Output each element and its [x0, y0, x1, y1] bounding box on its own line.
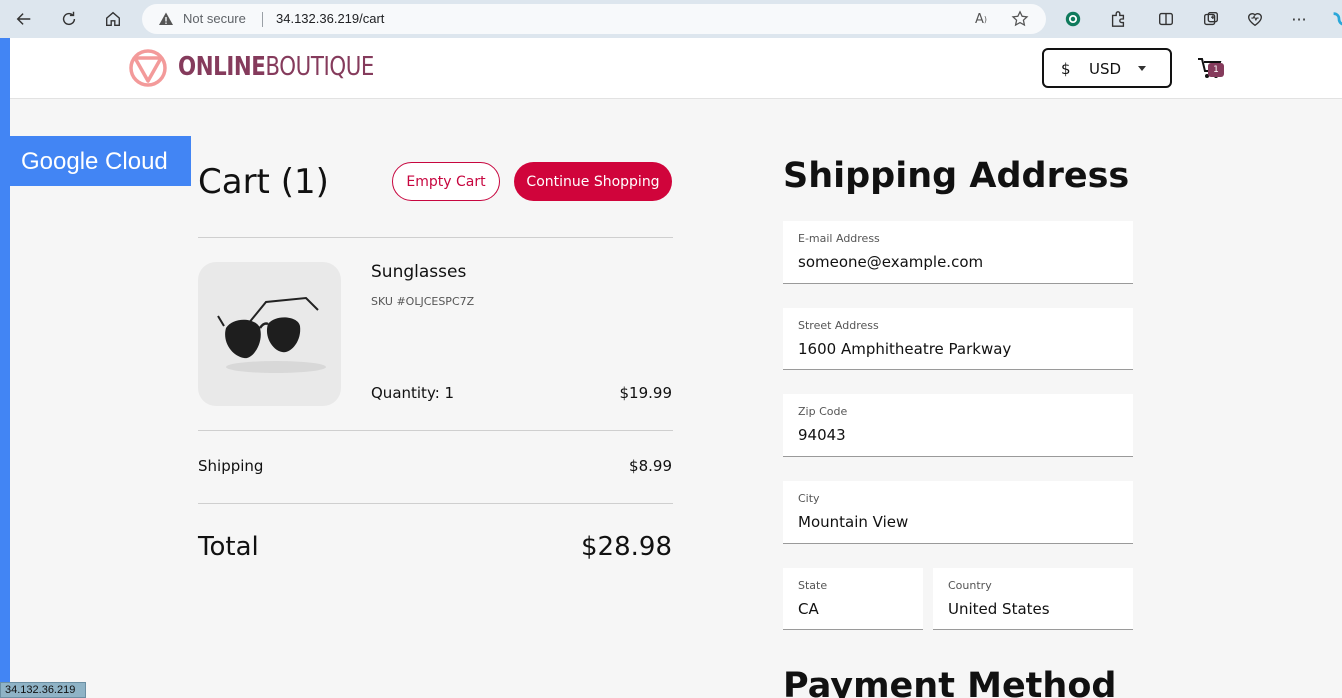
site-header: ONLINEBOUTIQUE $ USD 1	[10, 38, 1342, 99]
sunglasses-icon	[217, 296, 326, 373]
more-menu-icon[interactable]: ···	[1288, 8, 1310, 30]
logo-wordmark[interactable]: ONLINEBOUTIQUE	[178, 52, 374, 82]
url-text[interactable]: 34.132.36.219/cart	[276, 11, 384, 26]
total-label: Total	[198, 532, 259, 562]
collections-icon[interactable]	[1200, 8, 1222, 30]
logo-text-bold: ONLINE	[178, 52, 266, 82]
page-left-accent	[0, 38, 10, 698]
country-label: Country	[948, 579, 992, 592]
shipping-label: Shipping	[198, 457, 264, 475]
cart-title: Cart (1)	[198, 162, 329, 202]
product-sku: SKU #OLJCESPC7Z	[371, 295, 475, 308]
email-field[interactable]: E-mail Address someone@example.com	[783, 221, 1133, 284]
state-value[interactable]: CA	[798, 600, 819, 618]
read-aloud-icon[interactable]: A)	[972, 10, 990, 28]
logo-icon[interactable]	[128, 48, 168, 88]
payment-method-title: Payment Method	[783, 666, 1117, 698]
currency-code: USD	[1089, 60, 1122, 78]
country-field[interactable]: Country United States	[933, 568, 1133, 630]
street-address-label: Street Address	[798, 319, 879, 332]
state-field[interactable]: State CA	[783, 568, 923, 630]
cart-divider-bottom	[198, 503, 673, 504]
product-image-sunglasses[interactable]	[198, 262, 341, 406]
extension-circle-icon[interactable]	[1062, 8, 1084, 30]
address-bar[interactable]: Not secure 34.132.36.219/cart A)	[142, 4, 1046, 34]
empty-cart-button[interactable]: Empty Cart	[392, 162, 500, 201]
street-address-field[interactable]: Street Address 1600 Amphitheatre Parkway	[783, 308, 1133, 370]
security-label[interactable]: Not secure	[183, 11, 246, 26]
warning-icon[interactable]	[158, 11, 174, 27]
currency-select[interactable]: $ USD	[1042, 48, 1172, 88]
zip-code-field[interactable]: Zip Code 94043	[783, 394, 1133, 457]
home-icon[interactable]	[98, 4, 128, 34]
city-field[interactable]: City Mountain View	[783, 481, 1133, 544]
state-label: State	[798, 579, 828, 592]
favorite-star-icon[interactable]	[1011, 10, 1029, 28]
product-price: $19.99	[619, 384, 673, 402]
logo-text-thin: BOUTIQUE	[265, 52, 374, 82]
chevron-down-icon	[1138, 66, 1146, 71]
cart-divider-middle	[198, 430, 673, 431]
city-value[interactable]: Mountain View	[798, 513, 908, 531]
total-amount: $28.98	[581, 532, 672, 562]
email-value[interactable]: someone@example.com	[798, 253, 983, 271]
back-icon[interactable]	[9, 4, 39, 34]
currency-symbol: $	[1061, 60, 1071, 78]
status-url-tooltip: 34.132.36.219	[0, 682, 86, 698]
browser-toolbar: Not secure 34.132.36.219/cart A) ···	[0, 0, 1342, 38]
city-label: City	[798, 492, 820, 505]
zip-code-label: Zip Code	[798, 405, 848, 418]
product-quantity: Quantity: 1	[371, 384, 455, 402]
browser-essentials-icon[interactable]	[1244, 8, 1266, 30]
email-label: E-mail Address	[798, 232, 880, 245]
shipping-address-title: Shipping Address	[783, 156, 1130, 196]
country-value[interactable]: United States	[948, 600, 1050, 618]
zip-code-value[interactable]: 94043	[798, 426, 846, 444]
shipping-cost: $8.99	[629, 457, 672, 475]
cart-count-badge[interactable]: 1	[1208, 63, 1224, 77]
product-name[interactable]: Sunglasses	[371, 262, 466, 282]
copilot-icon[interactable]	[1328, 8, 1342, 30]
address-divider	[262, 12, 263, 27]
refresh-icon[interactable]	[54, 4, 84, 34]
split-screen-icon[interactable]	[1155, 8, 1177, 30]
continue-shopping-button[interactable]: Continue Shopping	[514, 162, 672, 201]
extensions-puzzle-icon[interactable]	[1107, 8, 1129, 30]
street-address-value[interactable]: 1600 Amphitheatre Parkway	[798, 340, 1011, 358]
cart-divider-top	[198, 237, 673, 238]
google-cloud-banner: Google Cloud	[10, 136, 191, 186]
